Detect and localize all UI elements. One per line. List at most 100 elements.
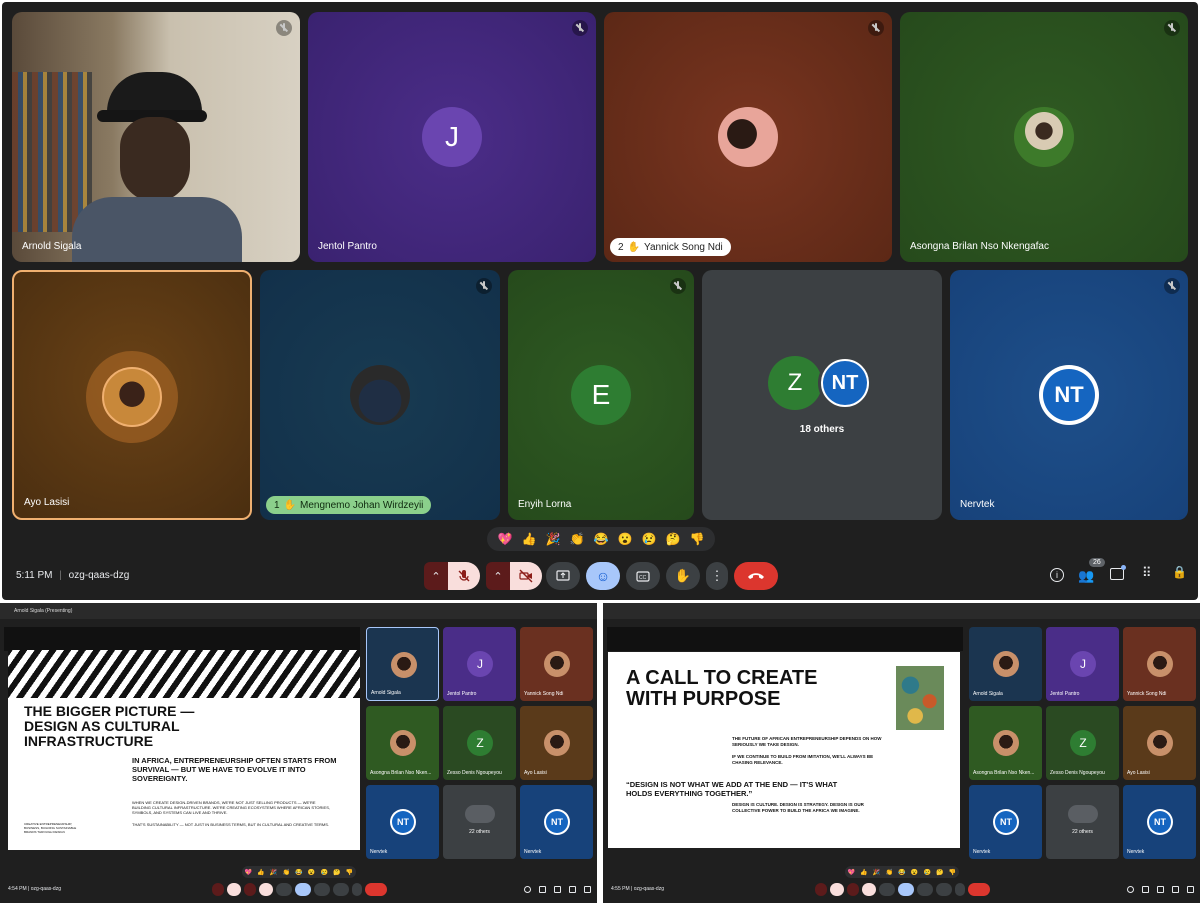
captions-button[interactable] (917, 883, 933, 896)
mini-participant-tile[interactable]: Ayo Lasisi (520, 706, 593, 780)
reaction[interactable]: 🤔 (333, 869, 340, 876)
reaction-surprised[interactable]: 😮 (618, 532, 633, 546)
reaction[interactable]: 💖 (848, 869, 855, 876)
leave-call-button[interactable] (968, 883, 990, 896)
camera-toggle-button[interactable] (259, 883, 273, 896)
activities-icon[interactable]: ⠿ (1142, 565, 1152, 581)
mini-participant-tile[interactable]: NT Nervtek (366, 785, 439, 859)
reaction-laugh[interactable]: 😂 (594, 532, 609, 546)
camera-options-button[interactable]: ⌃ (486, 562, 510, 590)
captions-button[interactable]: CC (626, 562, 660, 590)
raise-hand-button[interactable] (936, 883, 952, 896)
mini-participant-tile[interactable]: NT Nervtek (1123, 785, 1196, 859)
participant-tile-ayo[interactable]: Ayo Lasisi (12, 270, 252, 520)
mini-participant-tile[interactable]: J Jentol Pantro (1046, 627, 1119, 701)
people-icon[interactable]: 👥 (1078, 568, 1094, 584)
camera-toggle-button[interactable] (510, 562, 542, 590)
participant-tile-enyih[interactable]: E Enyih Lorna (508, 270, 694, 520)
participant-tile-mengnemo[interactable]: 1 ✋ Mengnemo Johan Wirdzeyii (260, 270, 500, 520)
reaction[interactable]: 👍 (860, 869, 867, 876)
avatar: E (571, 365, 631, 425)
reaction-thumbs-down[interactable]: 👎 (690, 532, 705, 546)
participant-tile-asongna[interactable]: Asongna Brilan Nso Nkengafac (900, 12, 1188, 262)
chat-icon[interactable] (1157, 886, 1164, 893)
present-screen-button[interactable] (276, 883, 292, 896)
reaction[interactable]: 🎉 (873, 869, 880, 876)
participant-tile-yannick[interactable]: 2 ✋ Yannick Song Ndi (604, 12, 892, 262)
mic-toggle-button[interactable] (830, 883, 844, 896)
activities-icon[interactable] (569, 886, 576, 893)
mic-toggle-button[interactable] (227, 883, 241, 896)
camera-options-button[interactable] (244, 883, 256, 896)
mini-participant-tile[interactable]: NT Nervtek (969, 785, 1042, 859)
mini-participant-tile[interactable]: Asongna Brilan Nso Nken... (969, 706, 1042, 780)
host-controls-icon[interactable] (1187, 886, 1194, 893)
people-icon[interactable] (1142, 886, 1149, 893)
reaction-thinking[interactable]: 🤔 (666, 532, 681, 546)
more-options-button[interactable]: ⋮ (706, 562, 728, 590)
mini-participant-tile[interactable]: 22 others (1046, 785, 1119, 859)
people-icon[interactable] (539, 886, 546, 893)
reaction[interactable]: 🎉 (270, 869, 277, 876)
more-options-button[interactable] (955, 883, 965, 896)
more-options-button[interactable] (352, 883, 362, 896)
mini-participant-tile[interactable]: 22 others (443, 785, 516, 859)
reaction-thumbs-up[interactable]: 👍 (522, 532, 537, 546)
meeting-details-icon[interactable] (524, 886, 531, 893)
participant-tile-arnold[interactable]: Arnold Sigala (12, 12, 300, 262)
captions-button[interactable] (314, 883, 330, 896)
reaction[interactable]: 😮 (308, 869, 315, 876)
reaction[interactable]: 👏 (886, 869, 893, 876)
mini-participant-tile[interactable]: J Jentol Pantro (443, 627, 516, 701)
participant-tile-jentol[interactable]: J Jentol Pantro (308, 12, 596, 262)
others-tile[interactable]: Z NT 18 others (702, 270, 942, 520)
mini-participant-tile[interactable]: Ayo Lasisi (1123, 706, 1196, 780)
chat-icon[interactable] (554, 886, 561, 893)
participant-tile-nervtek[interactable]: NT Nervtek (950, 270, 1188, 520)
raise-hand-button[interactable]: ✋ (666, 562, 700, 590)
camera-toggle-button[interactable] (862, 883, 876, 896)
mini-participant-tile[interactable]: Z Zesso Denis Ngoupeyou (1046, 706, 1119, 780)
emoji-reactions-button[interactable] (295, 883, 311, 896)
present-screen-button[interactable] (546, 562, 580, 590)
reaction[interactable]: 👍 (257, 869, 264, 876)
reaction[interactable]: 😢 (321, 869, 328, 876)
reaction-clap[interactable]: 👏 (570, 532, 585, 546)
mic-options-button[interactable]: ⌃ (424, 562, 448, 590)
reaction[interactable]: 👏 (283, 869, 290, 876)
meeting-details-icon[interactable] (1127, 886, 1134, 893)
mic-options-button[interactable] (212, 883, 224, 896)
meeting-details-icon[interactable]: i (1050, 568, 1064, 582)
reaction[interactable]: 👎 (949, 869, 956, 876)
mini-participant-tile[interactable]: Yannick Song Ndi (1123, 627, 1196, 701)
reaction-party[interactable]: 🎉 (546, 532, 561, 546)
reaction[interactable]: 💖 (245, 869, 252, 876)
reaction[interactable]: 😮 (911, 869, 918, 876)
mic-toggle-button[interactable] (448, 562, 480, 590)
emoji-reactions-button[interactable] (898, 883, 914, 896)
host-controls-icon[interactable] (584, 886, 591, 893)
reaction[interactable]: 🤔 (936, 869, 943, 876)
reaction-sad[interactable]: 😢 (642, 532, 657, 546)
mic-options-button[interactable] (815, 883, 827, 896)
leave-call-button[interactable] (365, 883, 387, 896)
reaction[interactable]: 😢 (924, 869, 931, 876)
reaction[interactable]: 😂 (898, 869, 905, 876)
reaction[interactable]: 👎 (346, 869, 353, 876)
activities-icon[interactable] (1172, 886, 1179, 893)
present-screen-button[interactable] (879, 883, 895, 896)
mini-participant-tile[interactable]: NT Nervtek (520, 785, 593, 859)
avatar: Z (768, 356, 822, 410)
mini-participant-tile[interactable]: Asongna Brilan Nso Nken... (366, 706, 439, 780)
host-controls-icon[interactable]: 🔒 (1172, 565, 1187, 579)
reaction[interactable]: 😂 (295, 869, 302, 876)
mini-participant-tile[interactable]: Z Zesso Denis Ngoupeyou (443, 706, 516, 780)
emoji-reactions-button[interactable]: ☺ (586, 562, 620, 590)
mini-participant-tile[interactable]: Yannick Song Ndi (520, 627, 593, 701)
mini-participant-tile[interactable]: Arnold Sigala (366, 627, 439, 701)
leave-call-button[interactable] (734, 562, 778, 590)
reaction-heart[interactable]: 💖 (498, 532, 513, 546)
raise-hand-button[interactable] (333, 883, 349, 896)
camera-options-button[interactable] (847, 883, 859, 896)
mini-participant-tile[interactable]: Arnold Sigala (969, 627, 1042, 701)
